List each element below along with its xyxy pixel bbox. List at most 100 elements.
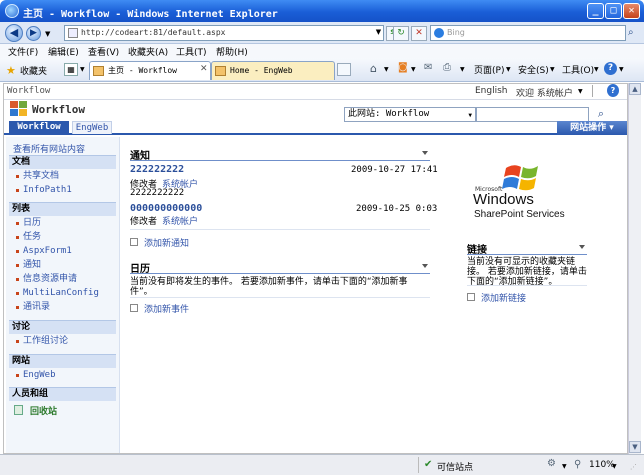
webpart-menu-icon-3[interactable] (579, 245, 585, 249)
search-input[interactable]: Bing (430, 25, 626, 41)
webpart-menu-icon-2[interactable] (422, 264, 428, 268)
recycle-bin-link[interactable]: 回收站 (30, 404, 57, 417)
print-dropdown-icon[interactable]: ▼ (460, 66, 465, 73)
tab-list-dropdown-icon[interactable]: ▼ (80, 66, 85, 73)
status-dropdown-icon[interactable]: ▼ (562, 463, 567, 470)
ql-heading-documents[interactable]: 文档 (9, 155, 116, 169)
ql-item-contacts[interactable]: 通讯录 (9, 301, 116, 315)
menu-edit[interactable]: 编辑(E) (48, 45, 79, 58)
url-input[interactable]: http://codeart:81/default.aspx (64, 25, 384, 41)
close-button[interactable]: ✕ (623, 3, 640, 19)
quick-tabs-icon[interactable]: ▦ (64, 63, 78, 76)
page-dropdown-icon[interactable]: ▼ (506, 66, 511, 73)
tab-workflow-label: 主页 - Workflow (108, 66, 177, 75)
announcement-date-1: 2009-10-27 17:41 (351, 165, 438, 175)
ql-item-announcements[interactable]: 通知 (9, 259, 116, 273)
ql-heading-lists[interactable]: 列表 (9, 202, 116, 216)
feeds-icon[interactable]: ◙ (398, 62, 408, 73)
minimize-button[interactable]: _ (587, 3, 604, 19)
help-dropdown-icon[interactable]: ▼ (619, 66, 624, 73)
safety-dropdown-icon[interactable]: ▼ (550, 66, 555, 73)
zoom-icon[interactable]: ⚲ (574, 459, 581, 470)
menu-help[interactable]: 帮助(H) (216, 45, 248, 58)
forward-button[interactable]: ▶ (26, 26, 41, 41)
tools-menu[interactable]: 工具(O) (562, 63, 594, 76)
add-new-link[interactable]: 添加新链接 (467, 291, 526, 304)
welcome-menu[interactable]: 欢迎 系统帐户 (516, 86, 573, 99)
star-icon: ★ (6, 64, 16, 77)
announcement-title-1[interactable]: 222222222 (130, 164, 184, 175)
url-dropdown-icon[interactable]: ▼ (374, 26, 383, 41)
resize-grip-icon[interactable]: ⋰ (630, 463, 637, 471)
announcement-title-2[interactable]: 000000000000 (130, 203, 202, 214)
ie-icon (5, 4, 19, 18)
scroll-down-icon[interactable]: ▼ (629, 441, 641, 453)
site-actions-button[interactable]: 网站操作 ▾ (557, 121, 627, 135)
welcome-dropdown-icon[interactable]: ▼ (578, 88, 583, 95)
maximize-button[interactable]: □ (605, 3, 622, 19)
add-new-event[interactable]: 添加新事件 (130, 302, 189, 315)
topnav-tab-engweb[interactable]: EngWeb (72, 121, 112, 134)
refresh-icon[interactable]: ↻ (393, 26, 409, 41)
close-tab-icon[interactable]: ✕ (200, 64, 208, 74)
home-dropdown-icon[interactable]: ▼ (384, 66, 389, 73)
tab-workflow[interactable]: 主页 - Workflow (89, 61, 211, 80)
mail-icon[interactable]: ✉ (424, 62, 432, 73)
ql-item-multilanconfig[interactable]: MultiLanConfig (9, 287, 116, 301)
print-icon[interactable]: ⎙ (443, 62, 451, 73)
scroll-up-icon[interactable]: ▲ (629, 83, 641, 95)
ql-item-team-discussion[interactable]: 工作组讨论 (9, 335, 116, 349)
ql-item-shared-documents[interactable]: 共享文档 (9, 170, 116, 184)
protected-mode-icon[interactable]: ⚙ (547, 458, 556, 469)
ql-item-engweb[interactable]: EngWeb (9, 369, 116, 383)
page-menu[interactable]: 页面(P) (474, 63, 504, 76)
ql-item-calendar[interactable]: 日历 (9, 217, 116, 231)
help-icon[interactable]: ? (604, 62, 617, 75)
zone-label[interactable]: 可信站点 (437, 460, 473, 473)
menu-view[interactable]: 查看(V) (88, 45, 119, 58)
topnav-tab-workflow[interactable]: Workflow (9, 121, 69, 134)
sp-help-icon[interactable]: ? (607, 84, 619, 97)
webpart-menu-icon[interactable] (422, 151, 428, 155)
language-link[interactable]: English (475, 86, 508, 96)
ql-heading-sites[interactable]: 网站 (9, 354, 116, 368)
tools-dropdown-icon[interactable]: ▼ (594, 66, 599, 73)
calendar-title[interactable]: 日历 (130, 264, 150, 275)
stop-icon[interactable]: ✕ (411, 26, 427, 41)
menu-tools[interactable]: 工具(T) (176, 45, 207, 58)
menu-file[interactable]: 文件(F) (8, 45, 38, 58)
back-button[interactable]: ◀ (5, 24, 23, 42)
home-icon[interactable]: ⌂ (370, 62, 377, 75)
view-all-site-content[interactable]: 查看所有网站内容 (13, 142, 85, 155)
site-logo-icon (10, 101, 28, 117)
ql-heading-people-groups[interactable]: 人员和组 (9, 387, 116, 401)
links-title[interactable]: 链接 (467, 245, 487, 256)
safety-menu[interactable]: 安全(S) (518, 63, 549, 76)
breadcrumb[interactable]: Workflow (7, 86, 50, 96)
sp-search-icon[interactable]: ⌕ (592, 106, 610, 122)
ql-item-infopath1[interactable]: InfoPath1 (9, 184, 116, 198)
sp-search-input[interactable] (476, 107, 589, 122)
site-title[interactable]: Workflow (32, 103, 85, 116)
zoom-dropdown-icon[interactable]: ▼ (612, 463, 617, 470)
feeds-dropdown-icon[interactable]: ▼ (411, 66, 416, 73)
add-new-announcement[interactable]: 添加新通知 (130, 236, 189, 249)
zoom-level[interactable]: 110% (589, 460, 615, 470)
menu-favorites[interactable]: 收藏夹(A) (128, 45, 168, 58)
search-scope-select[interactable]: 此网站: Workflow ▼ (344, 107, 476, 122)
history-dropdown-icon[interactable]: ▼ (45, 30, 50, 38)
ql-item-info-request[interactable]: 信息资源申请 (9, 273, 116, 287)
tab-engweb[interactable]: Home - EngWeb (211, 61, 335, 80)
ql-heading-discussions[interactable]: 讨论 (9, 320, 116, 334)
ql-item-aspxform1[interactable]: AspxForm1 (9, 245, 116, 259)
favorites-button[interactable]: 收藏夹 (20, 64, 47, 77)
announcements-title[interactable]: 通知 (130, 151, 150, 162)
links-header: 链接 (467, 241, 587, 256)
vertical-scrollbar[interactable]: ▲ ▼ (628, 83, 641, 454)
ql-item-tasks[interactable]: 任务 (9, 231, 116, 245)
new-tab-button[interactable] (337, 63, 351, 76)
search-icon[interactable]: ⌕ (628, 27, 634, 38)
announcement-author-2[interactable]: 系统帐户 (162, 214, 198, 227)
tab-engweb-label: Home - EngWeb (230, 66, 293, 75)
bing-icon (434, 28, 444, 38)
